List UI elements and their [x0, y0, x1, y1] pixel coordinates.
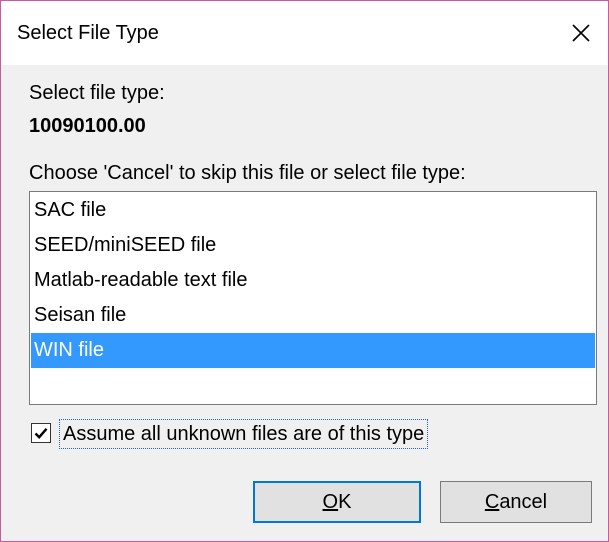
ok-button-accelerator: O [322, 490, 339, 513]
file-type-listbox[interactable]: SAC file SEED/miniSEED file Matlab-reada… [29, 191, 597, 405]
cancel-button-label: ancel [499, 490, 548, 513]
cancel-button[interactable]: Cancel [440, 481, 592, 523]
list-item-seed[interactable]: SEED/miniSEED file [31, 228, 595, 263]
checkmark-icon [34, 428, 48, 439]
list-item-sac[interactable]: SAC file [31, 193, 595, 228]
close-button[interactable] [554, 5, 608, 61]
ok-button-label: K [338, 490, 352, 513]
filename-label: 10090100.00 [29, 115, 146, 137]
list-item-seisan[interactable]: Seisan file [31, 298, 595, 333]
assume-checkbox-label[interactable]: Assume all unknown files are of this typ… [59, 419, 429, 449]
ok-button[interactable]: OK [253, 481, 421, 523]
select-file-type-dialog: Select File Type Select file type: 10090… [0, 0, 609, 542]
assume-checkbox[interactable] [31, 423, 51, 443]
instruction-label: Choose 'Cancel' to skip this file or sel… [29, 162, 466, 184]
prompt-label: Select file type: [29, 82, 165, 104]
list-item-win[interactable]: WIN file [31, 333, 595, 368]
cancel-button-accelerator: C [484, 490, 500, 513]
window-title: Select File Type [17, 22, 159, 44]
close-icon [572, 24, 590, 42]
list-item-matlab[interactable]: Matlab-readable text file [31, 263, 595, 298]
title-bar[interactable]: Select File Type [1, 1, 608, 65]
